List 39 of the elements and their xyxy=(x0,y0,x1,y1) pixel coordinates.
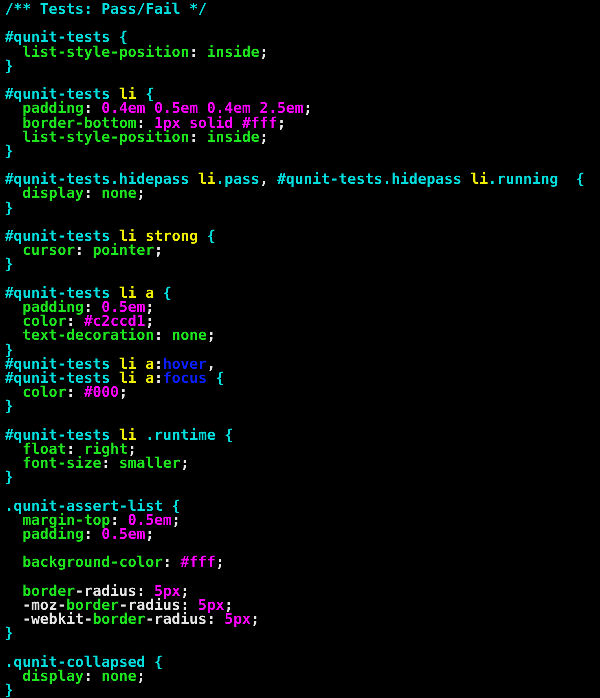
code-declaration-line: -webkit-border-radius: 5px; xyxy=(22,613,260,628)
code-line: } xyxy=(5,471,14,486)
code-line: } xyxy=(5,202,14,216)
code-declaration-line: display: none; xyxy=(22,670,146,684)
code-line: /** Tests: Pass/Fail */ xyxy=(5,3,208,18)
code-declaration-line: list-style-position: inside; xyxy=(22,46,269,60)
code-line: #qunit-tests li a:focus { xyxy=(5,372,225,386)
code-line: .qunit-collapsed { xyxy=(5,656,164,670)
code-line: #qunit-tests { xyxy=(5,31,128,46)
code-line: #qunit-tests li { xyxy=(5,88,154,102)
code-declaration-line: list-style-position: inside; xyxy=(22,130,269,145)
code-declaration-line: padding: 0.5em; xyxy=(22,300,154,316)
code-declaration-line: cursor: pointer; xyxy=(22,244,164,258)
code-line: } xyxy=(5,684,14,698)
code-declaration-line: border-bottom: 1px solid #fff; xyxy=(22,116,286,131)
code-declaration-line: margin-top: 0.5em; xyxy=(22,514,181,528)
code-line: } xyxy=(5,344,14,358)
code-declaration-line: color: #000; xyxy=(22,386,128,400)
code-line: .qunit-assert-list { xyxy=(5,500,181,514)
code-line: } xyxy=(5,144,14,160)
code-line: } xyxy=(5,60,14,74)
code-line: #qunit-tests li a { xyxy=(5,286,172,301)
code-declaration-line: padding: 0.5em; xyxy=(22,528,154,542)
code-line: #qunit-tests li strong { xyxy=(5,230,216,244)
code-line: #qunit-tests li a:hover, xyxy=(5,358,216,372)
code-declaration-line: text-decoration: none; xyxy=(22,329,216,344)
code-line: } xyxy=(5,258,14,273)
code-declaration-line: float: right; xyxy=(22,442,137,457)
code-line: } xyxy=(5,400,14,414)
code-line: #qunit-tests.hidepass li.pass, #qunit-tests.hidepass li.running { xyxy=(5,173,585,188)
code-declaration-line: padding: 0.4em 0.5em 0.4em 2.5em; xyxy=(22,102,313,116)
code-line: } xyxy=(5,627,14,642)
code-declaration-line: background-color: #fff; xyxy=(22,556,225,570)
code-declaration-line: color: #c2ccd1; xyxy=(22,315,154,330)
code-declaration-line: -moz-border-radius: 5px; xyxy=(22,598,234,614)
code-line: #qunit-tests li .runtime { xyxy=(5,428,234,443)
code-declaration-line: border-radius: 5px; xyxy=(22,584,190,599)
code-declaration-line: display: none; xyxy=(22,187,146,202)
code-declaration-line: font-size: smaller; xyxy=(22,457,190,472)
